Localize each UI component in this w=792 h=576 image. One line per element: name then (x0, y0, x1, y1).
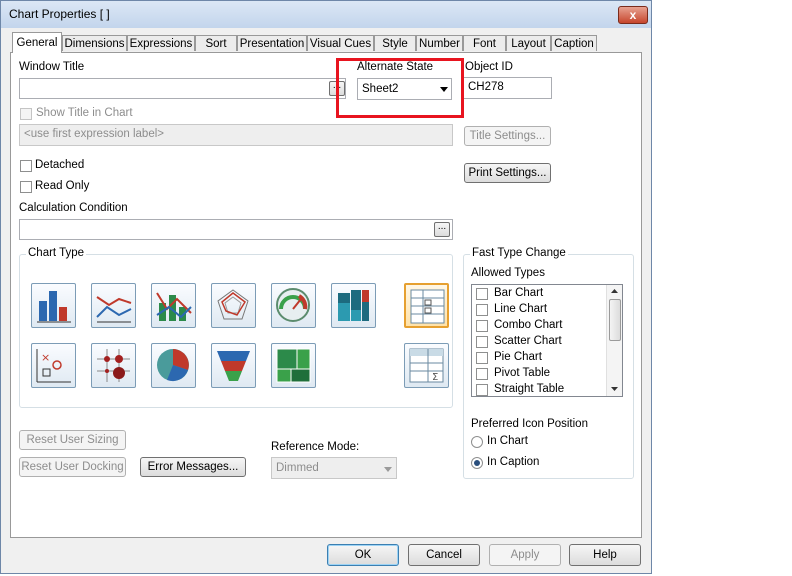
reset-user-docking-button[interactable]: Reset User Docking (19, 457, 126, 477)
object-id-label: Object ID (465, 61, 513, 73)
grid-chart-icon[interactable] (91, 343, 136, 388)
scroll-up-icon[interactable] (611, 289, 618, 293)
line-chart-icon[interactable] (91, 283, 136, 328)
reference-mode-value: Dimmed (276, 462, 319, 474)
window-title: Chart Properties [ ] (9, 7, 110, 21)
object-id-input[interactable]: CH278 (463, 77, 552, 99)
svg-text:Σ: Σ (432, 372, 438, 383)
title-settings-button[interactable]: Title Settings... (464, 126, 551, 146)
print-settings-button[interactable]: Print Settings... (464, 163, 551, 183)
fast-type-change-group-label: Fast Type Change (470, 247, 568, 259)
scatter-chart-icon[interactable]: × (31, 343, 76, 388)
pie-chart-icon[interactable] (151, 343, 196, 388)
tab-font[interactable]: Font (463, 35, 506, 51)
combo-chart-checkbox[interactable] (476, 320, 488, 332)
tab-visual-cues[interactable]: Visual Cues (307, 35, 374, 51)
chevron-down-icon (384, 467, 392, 472)
pivot-table-checkbox[interactable] (476, 368, 488, 380)
list-scrollbar[interactable] (606, 285, 622, 396)
straight-table-icon[interactable]: Σ (404, 343, 449, 388)
ok-button[interactable]: OK (327, 544, 399, 566)
chart-type-group-label: Chart Type (26, 247, 87, 259)
in-caption-label: In Caption (487, 456, 540, 468)
tab-layout[interactable]: Layout (506, 35, 551, 51)
reset-user-sizing-button[interactable]: Reset User Sizing (19, 430, 126, 450)
calculation-condition-input[interactable] (19, 219, 453, 240)
reference-mode-label: Reference Mode: (271, 441, 360, 453)
title-placeholder: <use first expression label> (24, 128, 164, 140)
show-title-label: Show Title in Chart (36, 107, 133, 119)
line-chart-checkbox[interactable] (476, 304, 488, 316)
show-title-checkbox[interactable] (20, 108, 32, 120)
preferred-icon-position-label: Preferred Icon Position (471, 418, 588, 430)
window-title-input[interactable] (19, 78, 346, 99)
in-chart-radio[interactable] (471, 436, 483, 448)
scatter-chart-checkbox[interactable] (476, 336, 488, 348)
tab-style[interactable]: Style (374, 35, 416, 51)
mekko-chart-icon[interactable] (331, 283, 376, 328)
cancel-button[interactable]: Cancel (408, 544, 480, 566)
window-title-label: Window Title (19, 61, 85, 73)
tab-sort[interactable]: Sort (195, 35, 237, 51)
title-in-chart-input[interactable]: <use first expression label> (19, 124, 453, 146)
radar-chart-icon[interactable] (211, 283, 256, 328)
apply-button[interactable]: Apply (489, 544, 561, 566)
reference-mode-dropdown[interactable]: Dimmed (271, 457, 397, 479)
straight-table-checkbox[interactable] (476, 384, 488, 396)
tab-number[interactable]: Number (416, 35, 463, 51)
gauge-chart-icon[interactable] (271, 283, 316, 328)
close-button[interactable]: x (618, 6, 648, 24)
detached-label: Detached (35, 159, 85, 171)
tab-caption[interactable]: Caption (551, 35, 597, 51)
allowed-types-label: Allowed Types (471, 267, 545, 279)
tab-general[interactable]: General (12, 32, 62, 53)
calculation-condition-label: Calculation Condition (19, 202, 128, 214)
tab-expressions[interactable]: Expressions (127, 35, 195, 51)
tab-presentation[interactable]: Presentation (237, 35, 307, 51)
bar-chart-icon[interactable] (31, 283, 76, 328)
block-chart-icon[interactable] (271, 343, 316, 388)
read-only-checkbox[interactable] (20, 181, 32, 193)
object-id-value: CH278 (468, 81, 504, 93)
detached-checkbox[interactable] (20, 160, 32, 172)
svg-text:×: × (41, 351, 50, 364)
bar-chart-checkbox[interactable] (476, 288, 488, 300)
pie-chart-checkbox[interactable] (476, 352, 488, 364)
combo-chart-icon[interactable] (151, 283, 196, 328)
title-bar[interactable]: Chart Properties [ ] x (1, 1, 651, 28)
tab-dimensions[interactable]: Dimensions (62, 35, 127, 51)
pivot-table-icon[interactable] (404, 283, 449, 328)
scroll-thumb[interactable] (609, 299, 621, 341)
alternate-state-highlight-box (336, 58, 464, 118)
help-button[interactable]: Help (569, 544, 641, 566)
funnel-chart-icon[interactable] (211, 343, 256, 388)
in-caption-radio[interactable] (471, 457, 483, 469)
in-chart-label: In Chart (487, 435, 528, 447)
calculation-condition-expression-button[interactable]: ... (434, 222, 450, 237)
allowed-types-list[interactable]: Bar Chart Line Chart Combo Chart Scatter… (471, 284, 623, 397)
error-messages-button[interactable]: Error Messages... (140, 457, 246, 477)
scroll-down-icon[interactable] (611, 387, 618, 391)
read-only-label: Read Only (35, 180, 90, 192)
